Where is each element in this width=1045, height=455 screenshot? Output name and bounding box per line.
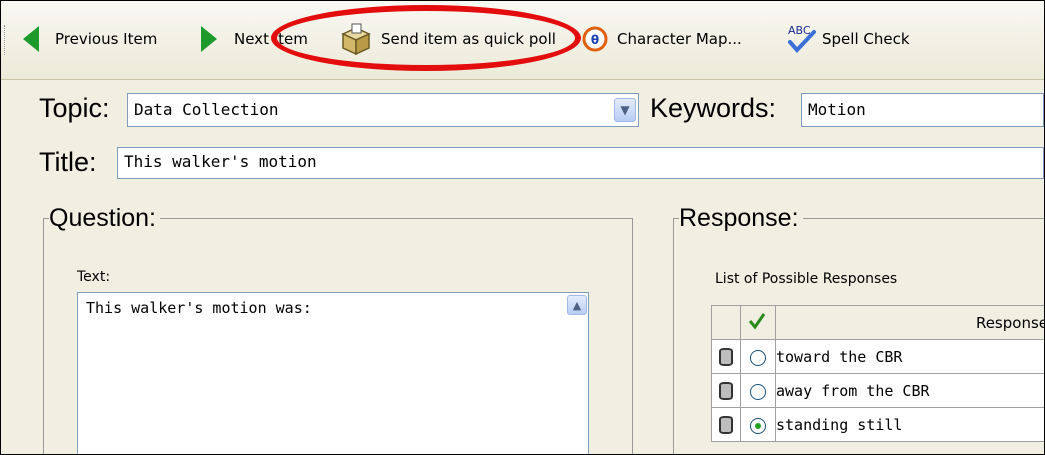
row-radio-cell — [740, 373, 776, 408]
row-radio-cell — [740, 339, 776, 374]
row-db-cell — [711, 373, 741, 408]
table-row: standing still — [711, 407, 1044, 442]
radio-selected-icon[interactable] — [750, 417, 766, 434]
character-map-icon: θ — [582, 26, 608, 52]
radio-icon[interactable] — [750, 383, 766, 400]
header-blank-cell — [711, 305, 741, 340]
next-item-label: Next Item — [234, 30, 308, 48]
character-map-button[interactable]: θ Character Map... — [581, 19, 742, 59]
dropdown-arrow-icon[interactable]: ▼ — [614, 98, 636, 122]
title-label: Title: — [39, 147, 97, 177]
question-group-title: Question: — [49, 204, 161, 233]
table-row: away from the CBR — [711, 373, 1044, 408]
quick-poll-box-icon — [341, 23, 371, 56]
response-table: Response toward the CBR away from the CB… — [711, 305, 1044, 442]
arrow-right-icon — [201, 26, 217, 52]
send-quick-poll-label: Send item as quick poll — [381, 30, 556, 48]
check-icon — [748, 312, 766, 329]
previous-item-label: Previous Item — [55, 30, 158, 48]
response-cell[interactable]: away from the CBR — [775, 373, 1044, 408]
toolbar: Previous Item Next Item Send item as qui… — [1, 1, 1044, 80]
radio-icon[interactable] — [750, 349, 766, 366]
spell-check-icon: ABC — [788, 24, 816, 53]
character-map-label: Character Map... — [617, 30, 742, 48]
topic-label: Topic: — [39, 93, 110, 123]
keywords-input[interactable]: Motion — [801, 93, 1044, 127]
database-icon — [719, 416, 733, 435]
spell-check-label: Spell Check — [822, 30, 910, 48]
keywords-label: Keywords: — [650, 93, 777, 123]
topic-combobox[interactable]: Data Collection — [127, 93, 639, 127]
spell-check-abc-text: ABC — [788, 24, 811, 37]
database-icon — [719, 382, 733, 401]
scroll-up-icon[interactable]: ▲ — [567, 295, 587, 315]
response-cell[interactable]: toward the CBR — [775, 339, 1044, 374]
editor-window: Previous Item Next Item Send item as qui… — [0, 0, 1045, 455]
previous-item-button[interactable]: Previous Item — [23, 19, 157, 59]
question-text-label: Text: — [77, 269, 111, 285]
send-quick-poll-button[interactable]: Send item as quick poll — [339, 19, 556, 59]
row-db-cell — [711, 339, 741, 374]
next-item-button[interactable]: Next Item — [201, 19, 308, 59]
response-group-title: Response: — [679, 204, 803, 233]
svg-text:θ: θ — [591, 33, 599, 47]
row-db-cell — [711, 407, 741, 442]
response-column-header: Response — [775, 305, 1044, 340]
response-list-label: List of Possible Responses — [715, 271, 898, 287]
arrow-left-icon — [23, 26, 39, 52]
response-table-header: Response — [711, 305, 1044, 340]
response-cell[interactable]: standing still — [775, 407, 1044, 442]
spell-check-button[interactable]: ABC Spell Check — [784, 19, 910, 59]
title-input[interactable]: This walker's motion — [117, 147, 1044, 179]
database-icon — [719, 348, 733, 367]
row-radio-cell — [740, 407, 776, 442]
toolbar-grip — [4, 25, 7, 55]
table-row: toward the CBR — [711, 339, 1044, 374]
header-check-cell — [740, 305, 776, 340]
question-text-value: This walker's motion was: — [86, 299, 312, 317]
question-text-area[interactable]: This walker's motion was: — [77, 292, 589, 454]
